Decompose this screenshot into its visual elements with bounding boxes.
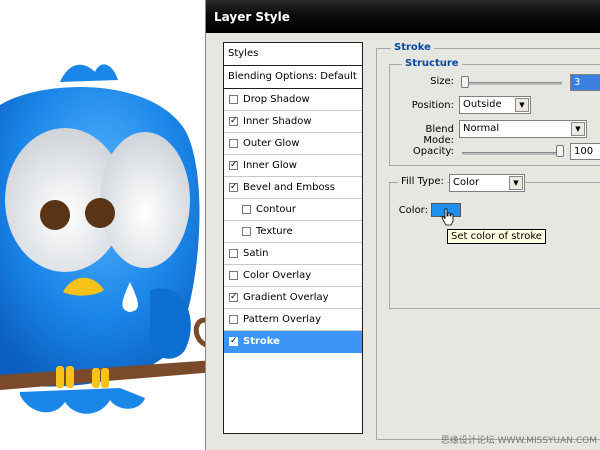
style-item-label: Stroke: [243, 336, 280, 347]
blending-options-row[interactable]: Blending Options: Default: [224, 66, 362, 89]
stroke-section-title: Stroke: [391, 42, 434, 53]
style-checkbox[interactable]: [229, 183, 238, 192]
right-eye: [100, 132, 190, 268]
color-label: Color:: [398, 205, 428, 216]
style-item-label: Bevel and Emboss: [243, 182, 335, 193]
dialog-title-bar[interactable]: Layer Style: [206, 0, 600, 33]
style-item-stroke[interactable]: Stroke: [224, 331, 362, 353]
opacity-slider-thumb[interactable]: [556, 145, 564, 157]
style-item-pattern-overlay[interactable]: Pattern Overlay: [224, 309, 362, 331]
style-item-contour[interactable]: Contour: [224, 199, 362, 221]
right-pupil: [85, 198, 115, 228]
position-select[interactable]: Outside ▼: [459, 96, 531, 114]
style-item-outer-glow[interactable]: Outer Glow: [224, 133, 362, 155]
blend-mode-select[interactable]: Normal ▼: [459, 120, 587, 138]
blend-mode-label: Blend Mode:: [423, 124, 454, 146]
style-checkbox[interactable]: [242, 227, 251, 236]
styles-list-panel: Styles Blending Options: Default Drop Sh…: [223, 42, 363, 434]
style-checkbox[interactable]: [242, 205, 251, 214]
style-checkbox[interactable]: [229, 117, 238, 126]
hand-cursor-icon: [441, 208, 454, 226]
size-input[interactable]: 3: [570, 74, 600, 91]
style-rows: Drop Shadow Inner Shadow Outer Glow Inner G…: [224, 89, 362, 353]
style-checkbox[interactable]: [229, 249, 238, 258]
size-label: Size:: [430, 76, 454, 87]
style-item-satin[interactable]: Satin: [224, 243, 362, 265]
fill-type-select-value: Color: [453, 177, 480, 188]
style-item-label: Pattern Overlay: [243, 314, 322, 325]
bird-illustration: [0, 64, 215, 414]
style-item-label: Gradient Overlay: [243, 292, 329, 303]
opacity-input[interactable]: 100: [570, 143, 600, 160]
left-pupil: [40, 200, 70, 230]
style-item-label: Drop Shadow: [243, 94, 310, 105]
style-checkbox[interactable]: [229, 161, 238, 170]
size-slider-thumb[interactable]: [461, 76, 469, 88]
bird-artwork: [0, 0, 215, 450]
style-checkbox[interactable]: [229, 95, 238, 104]
layer-style-dialog: Layer Style Styles Blending Options: Def…: [205, 0, 600, 450]
head-tuft: [60, 64, 118, 82]
chevron-down-icon: ▼: [571, 122, 585, 136]
style-item-label: Inner Glow: [243, 160, 297, 171]
style-checkbox[interactable]: [229, 139, 238, 148]
fill-group-frame: [389, 182, 600, 309]
dialog-title: Layer Style: [214, 10, 290, 24]
opacity-label: Opacity:: [412, 146, 454, 157]
fill-type-select[interactable]: Color ▼: [449, 174, 525, 192]
style-item-texture[interactable]: Texture: [224, 221, 362, 243]
position-select-value: Outside: [463, 99, 502, 110]
style-item-drop-shadow[interactable]: Drop Shadow: [224, 89, 362, 111]
position-label: Position:: [411, 100, 454, 111]
style-item-label: Outer Glow: [243, 138, 300, 149]
style-item-label: Color Overlay: [243, 270, 312, 281]
fill-type-label: Fill Type:: [398, 176, 447, 187]
style-checkbox[interactable]: [229, 293, 238, 302]
style-item-color-overlay[interactable]: Color Overlay: [224, 265, 362, 287]
style-checkbox[interactable]: [229, 271, 238, 280]
style-item-inner-glow[interactable]: Inner Glow: [224, 155, 362, 177]
styles-header[interactable]: Styles: [224, 43, 362, 66]
style-item-inner-shadow[interactable]: Inner Shadow: [224, 111, 362, 133]
structure-group-title: Structure: [402, 58, 462, 69]
chevron-down-icon: ▼: [509, 176, 523, 190]
style-item-label: Satin: [243, 248, 269, 259]
blend-mode-select-value: Normal: [463, 123, 500, 134]
style-checkbox[interactable]: [229, 337, 238, 346]
style-item-label: Inner Shadow: [243, 116, 312, 127]
chevron-down-icon: ▼: [515, 98, 529, 112]
style-checkbox[interactable]: [229, 315, 238, 324]
style-item-label: Texture: [256, 226, 293, 237]
color-tooltip: Set color of stroke: [447, 229, 546, 244]
opacity-slider-track[interactable]: [462, 152, 562, 155]
style-item-gradient-overlay[interactable]: Gradient Overlay: [224, 287, 362, 309]
watermark: 思缘设计论坛 WWW.MISSYUAN.COM: [440, 436, 597, 446]
size-slider-track[interactable]: [462, 82, 562, 85]
bottom-feathers: [20, 388, 145, 414]
style-item-label: Contour: [256, 204, 296, 215]
style-item-bevel-and-emboss[interactable]: Bevel and Emboss: [224, 177, 362, 199]
